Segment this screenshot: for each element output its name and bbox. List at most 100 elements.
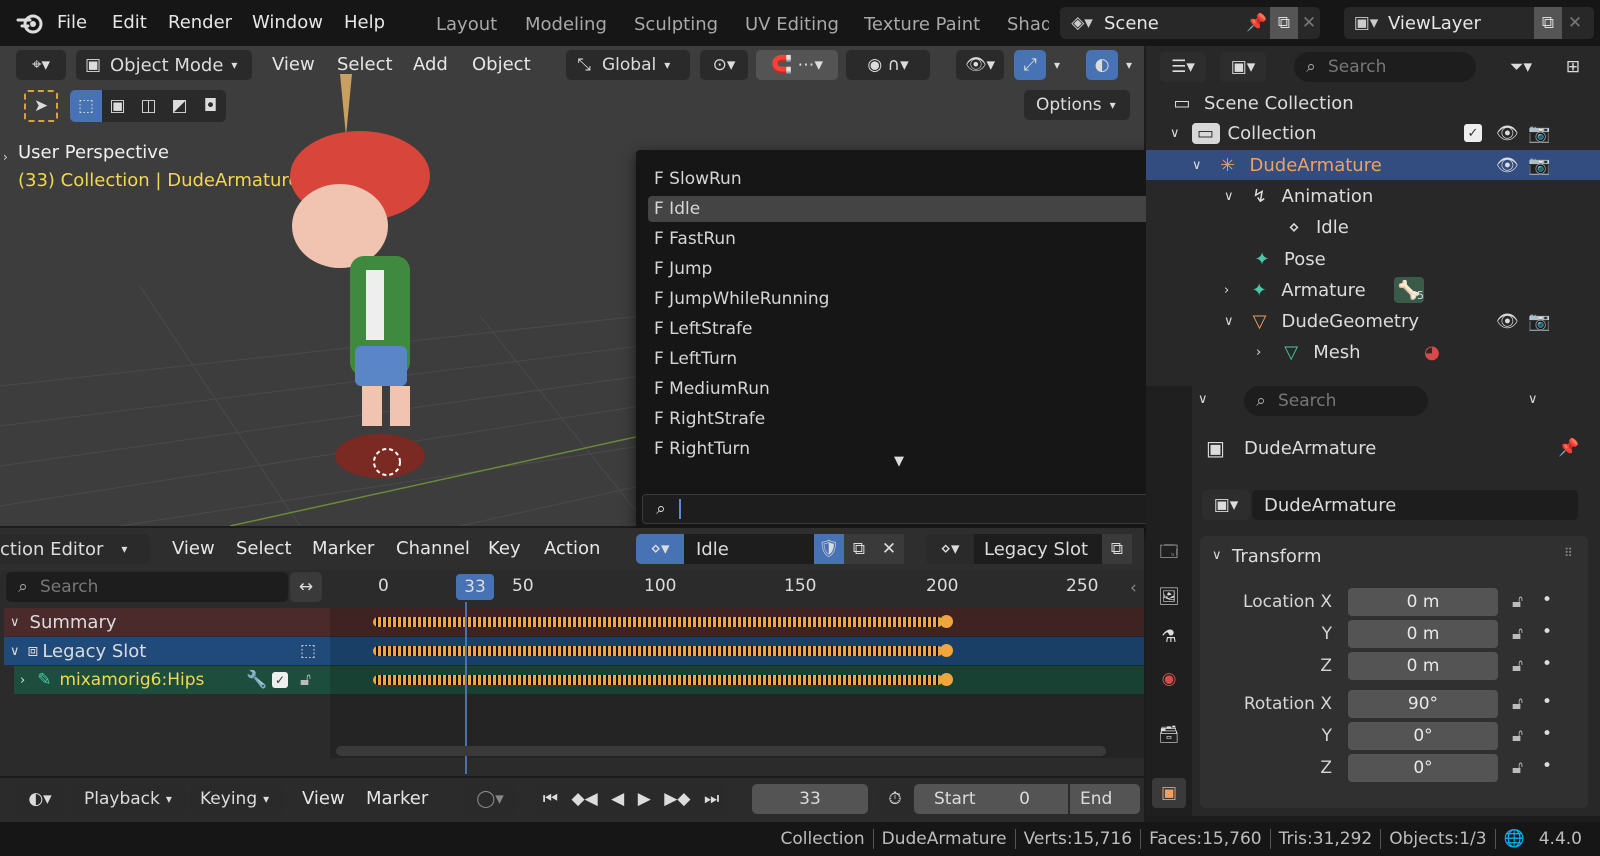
ae-menu-key[interactable]: Key — [488, 538, 521, 559]
action-item-idle[interactable]: F Idle — [648, 196, 1176, 222]
outliner-row-dudegeometry[interactable]: ∨ ▽ DudeGeometry 👁 📷 — [1146, 306, 1600, 336]
ae-menu-action[interactable]: Action — [544, 538, 600, 559]
auto-keying-icon[interactable]: ◯▾ — [464, 784, 516, 814]
eye-icon[interactable]: 👁 — [1496, 311, 1519, 332]
slot-keyframes[interactable] — [373, 646, 943, 656]
location-z-field[interactable]: 0 m — [1348, 652, 1498, 680]
wrench-icon[interactable]: 🔧 — [246, 670, 267, 690]
tab-uv-editing[interactable]: UV Editing — [745, 14, 839, 35]
timeline-menu-view[interactable]: View — [302, 788, 345, 809]
action-name-field[interactable]: Idle — [684, 534, 814, 564]
timeline-menu-marker[interactable]: Marker — [366, 788, 428, 809]
slot-browse-button[interactable]: ⋄▾ — [926, 534, 974, 564]
material-icon[interactable]: ◕ — [1424, 342, 1440, 363]
outliner-row-mesh[interactable]: › ▽ Mesh ◕ — [1146, 337, 1600, 367]
location-x-field[interactable]: 0 m — [1348, 588, 1498, 616]
scene-tab-icon[interactable]: ⚗ — [1154, 622, 1184, 652]
tab-layout[interactable]: Layout — [436, 14, 497, 35]
camera-icon[interactable]: 📷 — [1528, 155, 1550, 176]
outliner-row-pose[interactable]: ✦ Pose — [1146, 244, 1600, 274]
duplicate-action-icon[interactable]: ⧉ — [844, 534, 874, 564]
delete-scene-icon[interactable]: ✕ — [1298, 13, 1320, 33]
play-reverse-icon[interactable]: ◀ — [611, 789, 624, 809]
end-frame-field[interactable]: End — [1070, 784, 1140, 814]
outliner-editor-icon[interactable]: ☰▾ — [1160, 52, 1206, 82]
render-tab-icon[interactable]: 🖼 — [1154, 582, 1184, 612]
slot-focus-icon[interactable]: ⬚ — [300, 641, 316, 661]
outliner-row-dudearmature[interactable]: ∨ ✳ DudeArmature 👁 📷 — [1146, 150, 1600, 180]
keyframe-dot-icon[interactable]: • — [1542, 590, 1552, 610]
chevron-down-icon[interactable]: ∨ — [1224, 189, 1234, 204]
tab-texture-paint[interactable]: Texture Paint — [864, 14, 980, 35]
viewlayer-selector[interactable]: ▣▾ ViewLayer ⧉ ✕ — [1344, 7, 1594, 39]
lock-icon[interactable]: 🔓︎ — [1512, 726, 1523, 746]
menu-help[interactable]: Help — [344, 12, 385, 33]
keyframe-end-dot[interactable] — [940, 644, 953, 657]
collapse-sidebar-icon[interactable]: ‹ — [1130, 578, 1137, 598]
delete-viewlayer-icon[interactable]: ✕ — [1564, 13, 1586, 33]
object-data-dropdown[interactable]: ▣▾ — [1202, 490, 1250, 520]
action-item-mediumrun[interactable]: F MediumRun — [648, 376, 1176, 402]
duplicate-slot-icon[interactable]: ⧉ — [1102, 534, 1132, 564]
menu-window[interactable]: Window — [252, 12, 323, 33]
action-browse-button[interactable]: ⋄▾ — [636, 534, 684, 564]
chevron-down-icon[interactable]: ∨ — [10, 615, 20, 630]
current-frame-field[interactable]: 33 — [752, 784, 868, 814]
keyframe-dot-icon[interactable]: • — [1542, 724, 1552, 744]
keying-dropdown[interactable]: Keying ▾ — [190, 784, 284, 814]
world-tab-icon[interactable]: ◉ — [1154, 664, 1184, 694]
chevron-down-icon[interactable]: ∨ — [1192, 158, 1202, 173]
action-item-jump[interactable]: F Jump — [648, 256, 1176, 282]
action-item-leftstrafe[interactable]: F LeftStrafe — [648, 316, 1176, 342]
collection-tab-icon[interactable]: 🗃 — [1154, 720, 1184, 750]
chevron-right-icon[interactable]: › — [1256, 345, 1261, 360]
eye-icon[interactable]: 👁 — [1496, 155, 1519, 176]
outliner-row-armature[interactable]: › ✦ Armature 🦴 65 — [1146, 275, 1600, 305]
rotation-z-field[interactable]: 0° — [1348, 754, 1498, 782]
pin-icon[interactable]: 📌 — [1558, 438, 1579, 458]
horizontal-scrollbar[interactable] — [336, 746, 1106, 756]
swap-arrows-icon[interactable]: ↔ — [290, 572, 322, 602]
properties-search-input[interactable]: ⌕ Search — [1244, 386, 1428, 416]
duplicate-scene-icon[interactable]: ⧉ — [1270, 7, 1298, 39]
unlink-action-icon[interactable]: ✕ — [874, 534, 904, 564]
stopwatch-icon[interactable]: ⏱ — [878, 784, 912, 814]
rotation-y-field[interactable]: 0° — [1348, 722, 1498, 750]
menu-render[interactable]: Render — [168, 12, 232, 33]
lock-icon[interactable]: 🔓︎ — [1512, 624, 1523, 644]
lock-icon[interactable]: 🔓︎ — [1512, 656, 1523, 676]
next-keyframe-icon[interactable]: ▶◆ — [664, 789, 690, 809]
new-collection-icon[interactable]: ⊞ — [1558, 52, 1588, 82]
keyframe-dot-icon[interactable]: • — [1542, 654, 1552, 674]
start-frame-field[interactable]: Start 0 — [914, 784, 1068, 814]
tab-modeling[interactable]: Modeling — [525, 14, 607, 35]
ae-menu-marker[interactable]: Marker — [312, 538, 374, 559]
action-item-rightstrafe[interactable]: F RightStrafe — [648, 406, 1176, 432]
location-y-field[interactable]: 0 m — [1348, 620, 1498, 648]
keyframe-end-dot[interactable] — [940, 615, 953, 628]
display-mode-icon[interactable]: ▣▾ — [1220, 52, 1266, 82]
prev-keyframe-icon[interactable]: ◆◀ — [572, 789, 598, 809]
play-icon[interactable]: ▶ — [638, 789, 651, 809]
globe-icon[interactable]: 🌐 — [1504, 829, 1525, 849]
action-item-jumpwhilerunning[interactable]: F JumpWhileRunning — [648, 286, 1176, 312]
keyframe-dot-icon[interactable]: • — [1542, 622, 1552, 642]
tab-shading[interactable]: Shad — [1007, 14, 1049, 35]
checkbox-icon[interactable]: ✓ — [1464, 124, 1482, 142]
scene-selector[interactable]: ◈▾ Scene 📌 ⧉ ✕ — [1060, 7, 1320, 39]
outliner-row-idle[interactable]: ⋄ Idle — [1146, 212, 1600, 242]
menu-file[interactable]: File — [57, 12, 87, 33]
editor-mode-dropdown[interactable]: ction Editor ▾ — [0, 534, 150, 564]
checkbox-icon[interactable]: ✓ — [272, 672, 288, 688]
action-item-rightturn[interactable]: F RightTurn — [648, 436, 1176, 462]
blender-logo-icon[interactable] — [16, 10, 44, 36]
summary-keyframes[interactable] — [373, 617, 943, 627]
tab-sculpting[interactable]: Sculpting — [634, 14, 718, 35]
fake-user-shield-icon[interactable]: 🛡 — [814, 534, 844, 564]
chevron-right-icon[interactable]: › — [1224, 283, 1229, 298]
eye-icon[interactable]: 👁 — [1496, 123, 1519, 144]
action-item-slowrun[interactable]: F SlowRun — [648, 166, 1176, 192]
object-tab-icon[interactable]: ▣ — [1152, 778, 1186, 808]
chevron-down-icon[interactable]: ∨ — [10, 644, 20, 659]
dropdown-search-field[interactable]: ⌕ — [642, 494, 1182, 524]
